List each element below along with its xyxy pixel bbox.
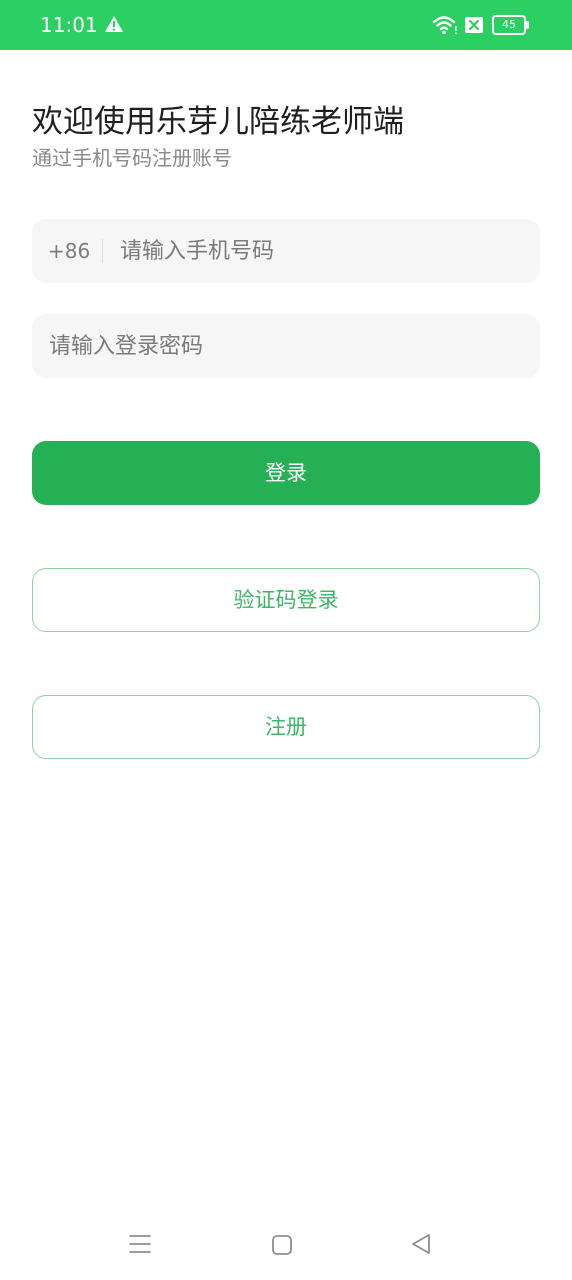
back-icon[interactable] [410, 1232, 432, 1256]
register-button[interactable]: 注册 [32, 695, 540, 759]
menu-icon[interactable] [128, 1232, 152, 1256]
phone-field[interactable]: +86 [32, 219, 540, 283]
country-code[interactable]: +86 [48, 219, 90, 283]
login-button[interactable]: 登录 [32, 441, 540, 505]
warning-icon [105, 16, 123, 32]
battery-tip [526, 21, 529, 29]
phone-input[interactable] [120, 219, 520, 283]
status-bar: 11:01 45 [0, 0, 572, 50]
battery-icon: 45 [492, 15, 529, 35]
sim-icon [465, 17, 483, 33]
status-time: 11:01 [40, 13, 98, 37]
password-field[interactable] [32, 314, 540, 378]
page-title: 欢迎使用乐芽儿陪练老师端 [32, 104, 404, 140]
password-input[interactable] [49, 314, 519, 378]
home-icon[interactable] [271, 1234, 293, 1256]
wifi-icon [432, 16, 457, 35]
page-subtitle: 通过手机号码注册账号 [32, 146, 232, 170]
field-divider [102, 239, 103, 263]
battery-level: 45 [492, 15, 526, 35]
sms-login-button[interactable]: 验证码登录 [32, 568, 540, 632]
